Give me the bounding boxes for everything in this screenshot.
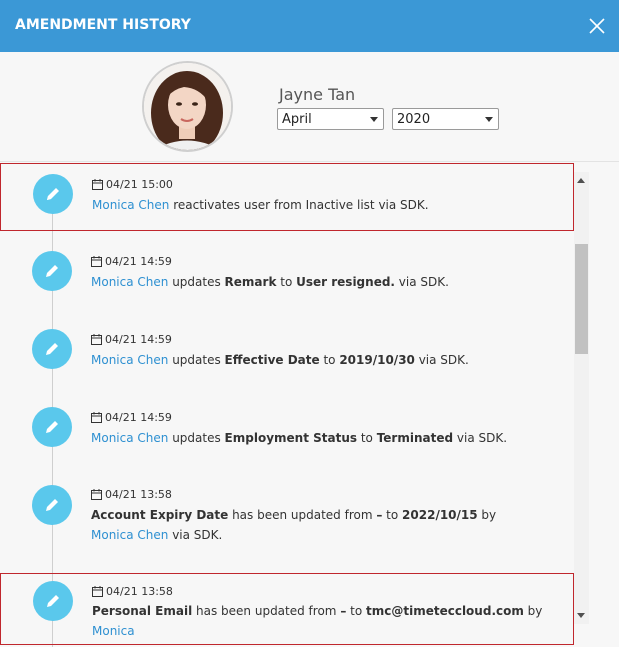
- list-item: 04/21 14:59 Monica Chen updates Remark t…: [0, 241, 574, 311]
- calendar-icon: [91, 334, 102, 345]
- scroll-up-arrow-icon[interactable]: [577, 178, 585, 183]
- month-select[interactable]: April: [277, 108, 384, 130]
- list-item: 04/21 14:59 Monica Chen updates Effectiv…: [0, 319, 574, 389]
- year-select[interactable]: 2020: [392, 108, 499, 130]
- pencil-icon: [47, 188, 59, 200]
- calendar-icon: [91, 256, 102, 267]
- list-item: 04/21 13:58 Account Expiry Date has been…: [0, 475, 574, 565]
- entry-icon: [32, 485, 72, 525]
- entry-timestamp: 04/21 14:59: [91, 411, 172, 424]
- entry-timestamp: 04/21 14:59: [91, 255, 172, 268]
- user-link[interactable]: Monica Chen: [92, 198, 169, 212]
- entry-description: Account Expiry Date has been updated fro…: [91, 508, 497, 542]
- timeline-list: 04/21 15:00 Monica Chen reactivates user…: [0, 163, 619, 647]
- user-link[interactable]: Monica Chen: [91, 353, 168, 367]
- user-link[interactable]: Monica Chen: [91, 275, 168, 289]
- close-button[interactable]: [587, 16, 607, 36]
- entry-icon: [32, 329, 72, 369]
- entry-icon: [32, 407, 72, 447]
- pencil-icon: [46, 343, 58, 355]
- list-item: 04/21 14:59 Monica Chen updates Employme…: [0, 397, 574, 467]
- calendar-icon: [91, 412, 102, 423]
- entry-description: Monica Chen reactivates user from Inacti…: [92, 198, 429, 212]
- entry-timestamp: 04/21 13:58: [91, 488, 172, 501]
- month-select-value: April: [282, 112, 312, 127]
- vertical-scrollbar[interactable]: [574, 172, 589, 624]
- pencil-icon: [46, 499, 58, 511]
- year-select-value: 2020: [397, 112, 431, 127]
- entry-timestamp: 04/21 15:00: [92, 178, 173, 191]
- list-item: 04/21 15:00 Monica Chen reactivates user…: [0, 163, 574, 231]
- user-name: Jayne Tan: [279, 85, 356, 104]
- dialog-title: AMENDMENT HISTORY: [15, 17, 191, 33]
- entry-timestamp: 04/21 13:58: [92, 585, 173, 598]
- entry-description: Personal Email has been updated from – t…: [92, 604, 543, 638]
- pencil-icon: [47, 595, 59, 607]
- calendar-icon: [92, 179, 103, 190]
- user-link[interactable]: Monica Chen: [91, 431, 168, 445]
- pencil-icon: [46, 265, 58, 277]
- entry-icon: [32, 251, 72, 291]
- entry-icon: [33, 174, 73, 214]
- scroll-thumb[interactable]: [575, 244, 588, 354]
- close-icon: [589, 18, 605, 34]
- pencil-icon: [46, 421, 58, 433]
- calendar-icon: [91, 489, 102, 500]
- dialog-header: AMENDMENT HISTORY: [0, 0, 619, 52]
- profile-section: Jayne Tan April 2020: [0, 52, 619, 162]
- user-link[interactable]: Monica Chen: [91, 528, 168, 542]
- list-item: 04/21 13:58 Personal Email has been upda…: [0, 573, 574, 645]
- calendar-icon: [92, 586, 103, 597]
- chevron-down-icon: [370, 117, 378, 122]
- entry-description: Monica Chen updates Remark to User resig…: [91, 275, 449, 289]
- entry-timestamp: 04/21 14:59: [91, 333, 172, 346]
- entry-description: Monica Chen updates Effective Date to 20…: [91, 353, 469, 367]
- chevron-down-icon: [485, 117, 493, 122]
- entry-description: Monica Chen updates Employment Status to…: [91, 431, 508, 445]
- scroll-down-arrow-icon[interactable]: [577, 613, 585, 618]
- avatar: [142, 61, 233, 152]
- amendment-history-dialog: AMENDMENT HISTORY Jayne Tan April 2020 0…: [0, 0, 619, 647]
- user-link[interactable]: Monica: [92, 624, 135, 638]
- entry-icon: [33, 581, 73, 621]
